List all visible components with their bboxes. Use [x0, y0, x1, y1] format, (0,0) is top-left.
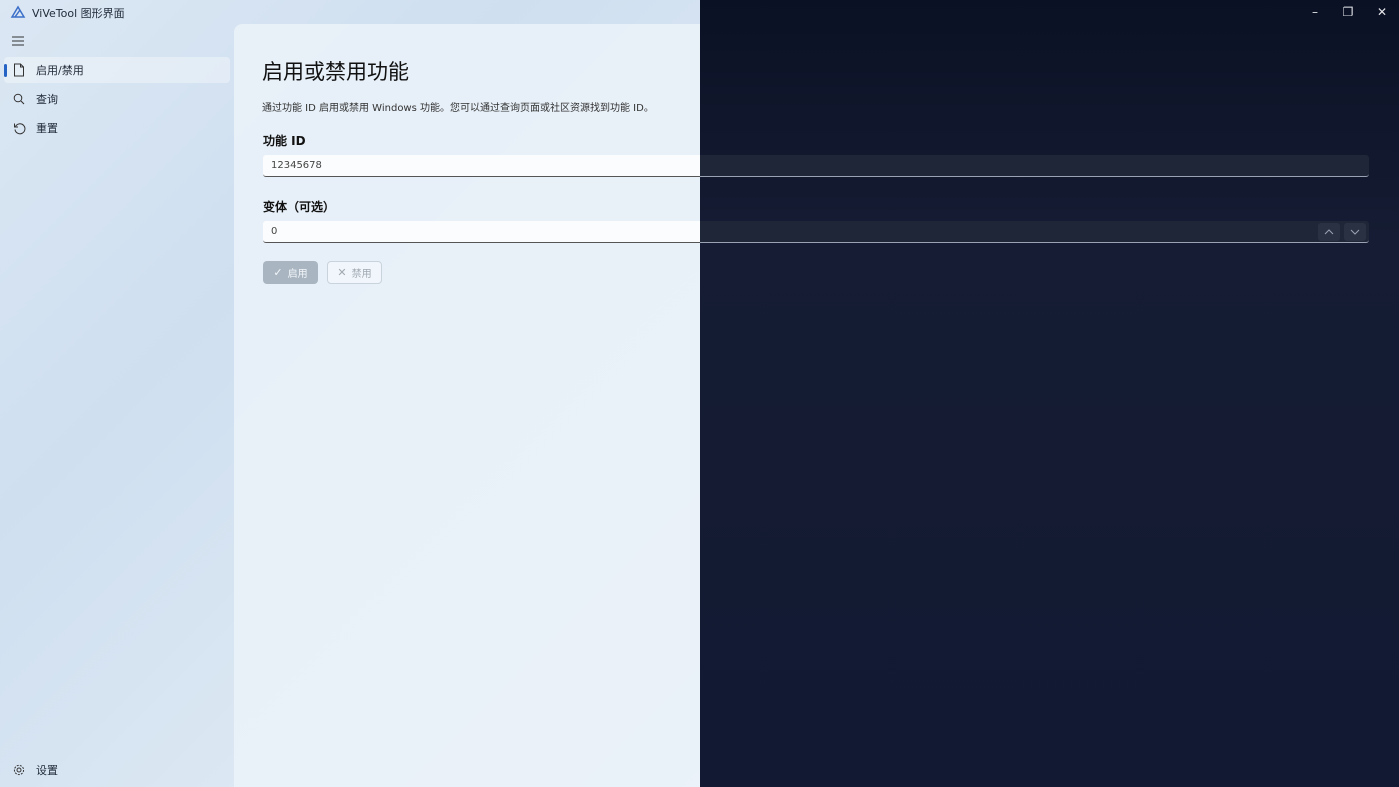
- sidebar-item-settings[interactable]: 设置: [4, 757, 230, 783]
- document-icon: [12, 63, 26, 77]
- chevron-down-icon: [1350, 229, 1360, 235]
- feature-id-label: 功能 ID: [263, 134, 306, 148]
- input-light-half: [263, 155, 700, 177]
- settings-label: 设置: [36, 764, 58, 777]
- hamburger-menu-button[interactable]: [8, 31, 28, 51]
- app-title: ViVeTool 图形界面: [32, 7, 125, 20]
- sidebar-item-label: 重置: [36, 122, 58, 135]
- enable-button[interactable]: ✓ 启用: [263, 261, 318, 284]
- feature-id-value: 12345678: [271, 160, 322, 171]
- sidebar-item-reset[interactable]: 重置: [4, 115, 230, 141]
- reset-icon: [12, 121, 26, 135]
- dark-background: [700, 0, 1399, 787]
- active-indicator: [4, 64, 7, 77]
- close-button[interactable]: ✕: [1365, 0, 1399, 24]
- variant-value: 0: [271, 226, 278, 237]
- hamburger-icon: [12, 36, 24, 46]
- restore-button[interactable]: ❐: [1331, 0, 1365, 24]
- input-light-half: [263, 221, 700, 243]
- sidebar-item-label: 查询: [36, 93, 58, 106]
- sidebar-item-label: 启用/禁用: [36, 64, 84, 77]
- spin-down-button[interactable]: [1344, 223, 1366, 241]
- variant-label: 变体（可选）: [263, 200, 336, 214]
- gear-icon: [12, 763, 26, 777]
- title-bar: ViVeTool 图形界面 – ❐ ✕: [0, 0, 1399, 24]
- enable-label: 启用: [287, 269, 308, 280]
- search-icon: [12, 92, 26, 106]
- feature-id-input[interactable]: 12345678: [263, 155, 1369, 177]
- sidebar-item-query[interactable]: 查询: [4, 86, 230, 112]
- input-dark-half: [700, 155, 1369, 177]
- input-dark-half: [700, 221, 1369, 243]
- variant-number-input[interactable]: 0: [263, 221, 1369, 243]
- spin-up-button[interactable]: [1318, 223, 1340, 241]
- minimize-button[interactable]: –: [1298, 0, 1332, 24]
- close-icon: ✕: [337, 266, 347, 279]
- app-logo-icon: [10, 4, 26, 20]
- disable-button[interactable]: ✕ 禁用: [327, 261, 382, 284]
- page-title: 启用或禁用功能: [262, 60, 409, 84]
- sidebar-item-enable-disable[interactable]: 启用/禁用: [4, 57, 230, 83]
- chevron-up-icon: [1324, 229, 1334, 235]
- check-icon: ✓: [273, 266, 283, 279]
- page-description: 通过功能 ID 启用或禁用 Windows 功能。您可以通过查询页面或社区资源找…: [262, 103, 654, 114]
- disable-label: 禁用: [351, 269, 372, 280]
